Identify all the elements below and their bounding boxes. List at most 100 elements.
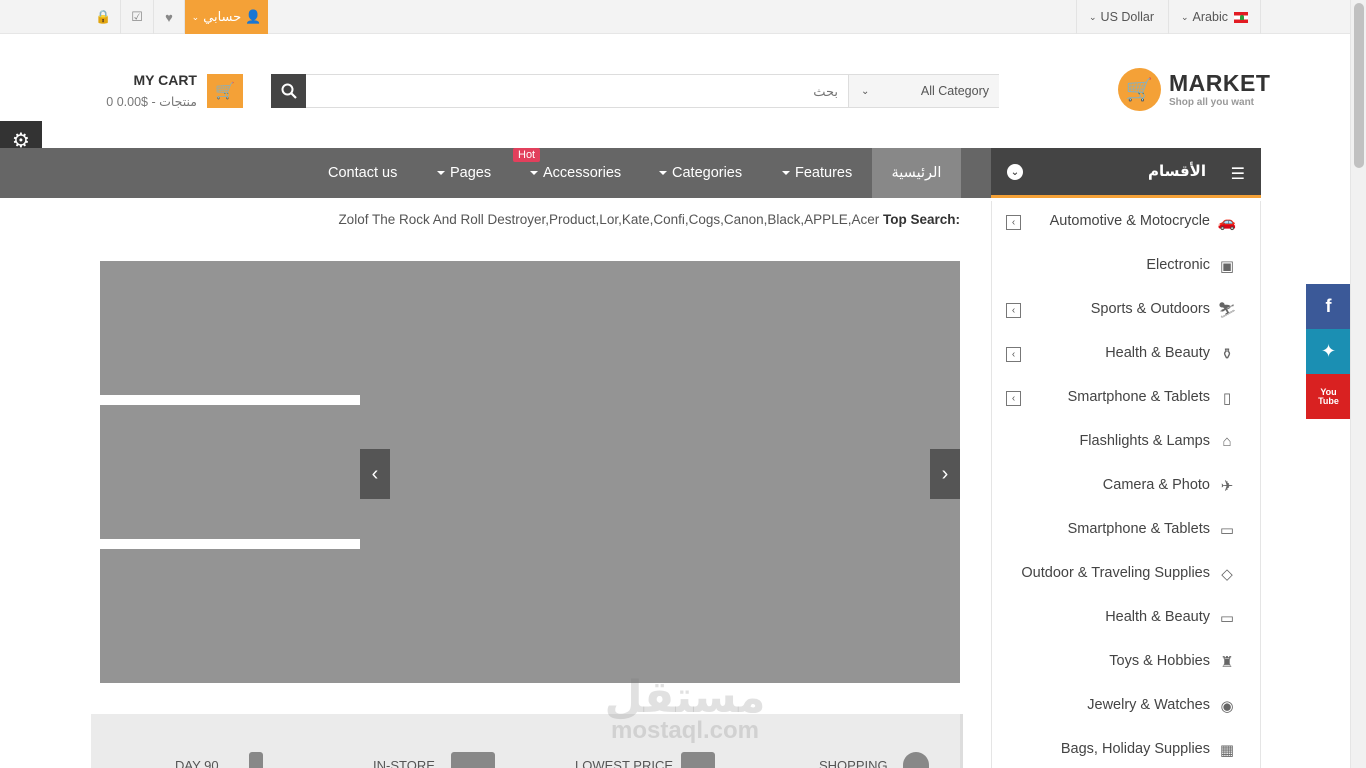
currency-label: US Dollar	[1100, 10, 1155, 24]
slider-divider	[100, 539, 360, 549]
category-list: ‹ Automotive & Motocrycle 🚗 Electronic ▣ ‹ Spo…	[991, 201, 1261, 768]
slider-prev-button[interactable]: ‹	[360, 449, 390, 499]
category-label: Health & Beauty	[1105, 609, 1210, 625]
category-label: Toys & Hobbies	[1109, 653, 1210, 669]
logo[interactable]: 🛒 MARKET Shop all you want	[1118, 68, 1270, 112]
submenu-arrow-icon[interactable]: ‹	[1006, 303, 1021, 318]
lamp-icon: ⌂	[1222, 433, 1232, 450]
category-label: Electronic	[1146, 257, 1210, 273]
top-search-terms[interactable]: Zolof The Rock And Roll Destroyer,Produc…	[338, 212, 879, 227]
phone-icon: ▯	[1222, 390, 1232, 407]
user-icon: 👤	[245, 9, 262, 24]
category-select[interactable]: ⌄ All Category	[848, 75, 999, 107]
category-item[interactable]: Outdoor & Traveling Supplies ◇	[992, 553, 1260, 597]
top-search: Zolof The Rock And Roll Destroyer,Produc…	[338, 212, 960, 227]
top-bar: 🔒 ☑ ♥ ⌄ حسابي 👤 ⌄ US Dollar ⌄ Arabic	[0, 0, 1350, 34]
category-item[interactable]: Electronic ▣	[992, 245, 1260, 289]
lock-icon[interactable]: 🔒	[87, 0, 120, 34]
chevron-right-icon: ›	[941, 462, 949, 485]
category-item[interactable]: Jewelry & Watches ◉	[992, 685, 1260, 729]
chevron-down-icon: ⌄	[1181, 11, 1189, 22]
category-item[interactable]: Bags, Holiday Supplies ▦	[992, 729, 1260, 768]
account-dropdown[interactable]: ⌄ حسابي 👤	[184, 0, 268, 34]
category-label: Jewelry & Watches	[1087, 697, 1210, 713]
gift-icon: ▦	[1219, 742, 1235, 759]
checkbox-icon[interactable]: ☑	[120, 0, 153, 34]
chevron-down-icon: ⌄	[1007, 164, 1023, 180]
heart-icon[interactable]: ♥	[153, 0, 184, 34]
search-input[interactable]	[306, 75, 848, 107]
categories-header[interactable]: ⌄ الأقسام ☰	[991, 148, 1261, 198]
cart-summary[interactable]: 0 منتجات - $0.00	[106, 94, 197, 109]
chevron-down-icon: ⌄	[861, 85, 870, 97]
nav-features[interactable]: Features	[782, 148, 852, 198]
category-item[interactable]: Flashlights & Lamps ⌂	[992, 421, 1260, 465]
category-item[interactable]: Health & Beauty ▭	[992, 597, 1260, 641]
caret-down-icon	[659, 171, 667, 175]
nav-home[interactable]: الرئيسية	[872, 148, 961, 198]
nav-contact[interactable]: Contact us	[328, 148, 397, 198]
submenu-arrow-icon[interactable]: ‹	[1006, 215, 1021, 230]
laptop-icon: ▭	[1219, 610, 1235, 627]
cart-logo-icon: 🛒	[1118, 68, 1161, 111]
nav-categories[interactable]: Categories	[659, 148, 742, 198]
camera-icon: ◉	[1220, 698, 1234, 715]
category-item[interactable]: Toys & Hobbies ♜	[992, 641, 1260, 685]
logo-subtitle: Shop all you want	[1169, 97, 1255, 108]
language-dropdown[interactable]: ⌄ Arabic	[1168, 0, 1261, 34]
search-icon	[281, 83, 297, 99]
bottle-icon: ⚱	[1220, 346, 1234, 363]
youtube-icon: You Tube	[1318, 386, 1339, 406]
search-bar: ⌄ All Category	[271, 74, 999, 108]
feature-shopping: SHOPPING	[819, 758, 888, 768]
youtube-button[interactable]: You Tube	[1306, 374, 1351, 419]
main-nav: الرئيسية Features Categories Accessories…	[0, 148, 991, 198]
category-item[interactable]: Camera & Photo ✈	[992, 465, 1260, 509]
facebook-button[interactable]: f	[1306, 284, 1351, 329]
feature-day-90: DAY 90	[175, 758, 219, 768]
hot-badge: Hot	[513, 148, 541, 162]
page-scrollbar[interactable]	[1350, 0, 1366, 768]
submenu-arrow-icon[interactable]: ‹	[1006, 391, 1021, 406]
submenu-arrow-icon[interactable]: ‹	[1006, 347, 1021, 362]
car-icon: 🚗	[1217, 214, 1237, 231]
top-search-label: Top Search:	[882, 212, 960, 227]
helicopter-icon: ✈	[1220, 478, 1234, 495]
category-item[interactable]: Smartphone & Tablets ▭	[992, 509, 1260, 553]
caret-down-icon	[530, 171, 538, 175]
nav-accessories[interactable]: Accessories	[530, 148, 621, 198]
ski-icon: ⛷	[1217, 302, 1237, 319]
logo-title: MARKET	[1169, 70, 1271, 96]
category-label: Flashlights & Lamps	[1079, 433, 1210, 449]
nav-pages[interactable]: Pages	[437, 148, 491, 198]
twitter-icon: ✦	[1320, 341, 1337, 361]
chevron-down-icon: ⌄	[191, 11, 200, 22]
search-button[interactable]	[271, 74, 306, 108]
scrollbar-thumb[interactable]	[1354, 3, 1364, 168]
twitter-button[interactable]: ✦	[1306, 329, 1351, 374]
basket-icon[interactable]: 🛒	[207, 74, 243, 108]
caret-down-icon	[437, 171, 445, 175]
category-item[interactable]: ‹ Automotive & Motocrycle 🚗	[992, 201, 1260, 245]
truck-icon	[451, 752, 495, 768]
currency-dropdown[interactable]: ⌄ US Dollar	[1076, 0, 1168, 34]
chevron-down-icon: ⌄	[1089, 11, 1097, 22]
category-label: Sports & Outdoors	[1090, 301, 1210, 317]
crown-icon	[249, 752, 263, 768]
category-label: Smartphone & Tablets	[1067, 521, 1210, 537]
category-label: Health & Beauty	[1105, 345, 1210, 361]
speaker-icon: ▣	[1219, 258, 1235, 275]
shipping-icon	[903, 752, 929, 768]
account-label: حسابي	[203, 9, 242, 24]
hero-slider[interactable]	[100, 261, 960, 683]
menu-icon: ☰	[1230, 166, 1245, 183]
category-item[interactable]: ‹ Sports & Outdoors ⛷	[992, 289, 1260, 333]
category-item[interactable]: ‹ Smartphone & Tablets ▯	[992, 377, 1260, 421]
slider-next-button[interactable]: ›	[930, 449, 960, 499]
flashlight-icon: ♜	[1220, 654, 1234, 671]
monitor-icon: ▭	[1219, 522, 1235, 539]
language-label: Arabic	[1192, 10, 1228, 24]
category-item[interactable]: ‹ Health & Beauty ⚱	[992, 333, 1260, 377]
cart-title[interactable]: MY CART	[133, 72, 197, 88]
category-select-value: All Category	[920, 84, 989, 98]
